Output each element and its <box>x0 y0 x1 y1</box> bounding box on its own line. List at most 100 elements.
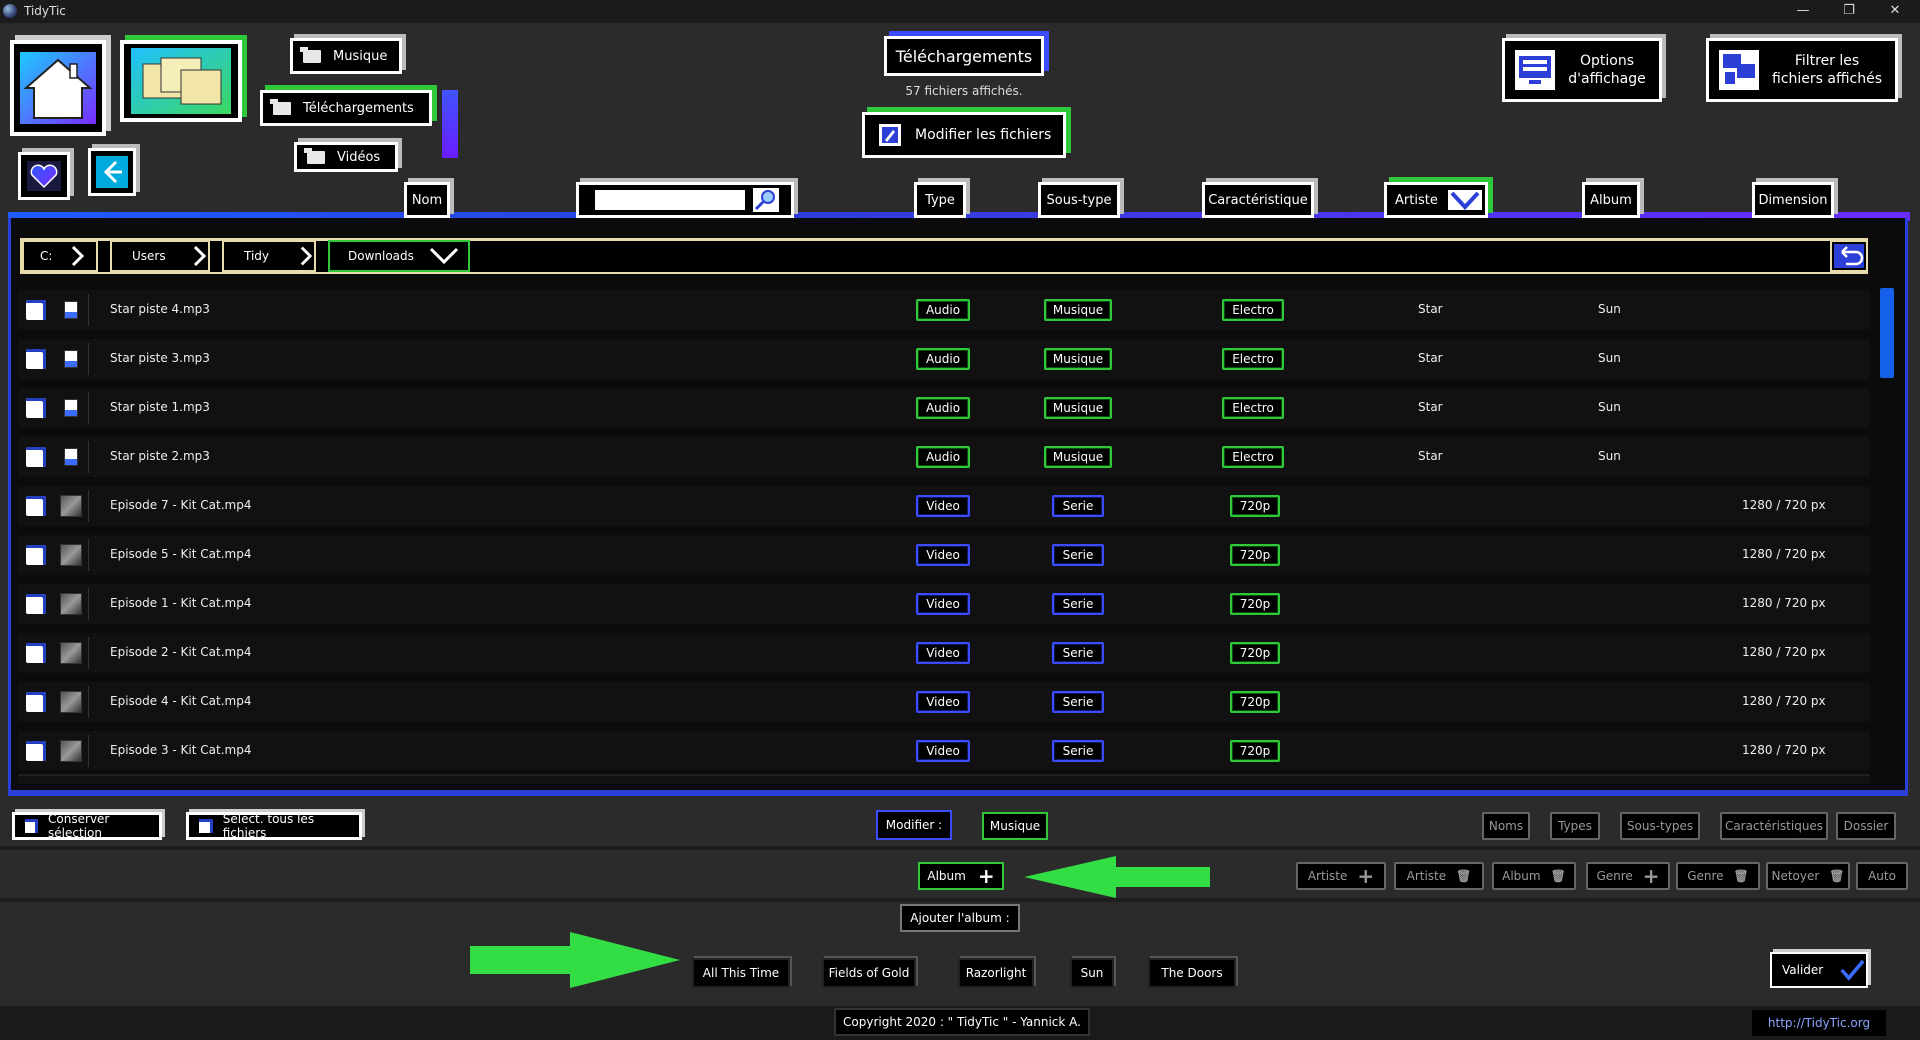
column-type-button[interactable]: Type <box>914 182 966 218</box>
filter-files-button[interactable]: Filtrer les fichiers affichés <box>1706 38 1898 102</box>
minimize-button[interactable]: — <box>1780 0 1826 23</box>
table-row[interactable]: Episode 2 - Kit Cat.mp4 Video Serie 720p 128… <box>18 633 1870 673</box>
file-list-scrollbar[interactable] <box>1880 288 1894 378</box>
search-icon[interactable] <box>753 188 779 212</box>
breadcrumb-item-1[interactable]: Users <box>110 240 210 272</box>
file-feature-badge[interactable]: 720p <box>1230 544 1280 566</box>
column-artist-button[interactable]: Artiste <box>1384 182 1488 218</box>
file-feature-badge[interactable]: 720p <box>1230 691 1280 713</box>
table-row[interactable]: Episode 7 - Kit Cat.mp4 Video Serie 720p 128… <box>18 486 1870 526</box>
breadcrumb-item-0[interactable]: C: <box>22 240 98 272</box>
nav-downloads-button[interactable]: Téléchargements <box>260 90 432 126</box>
back-button[interactable] <box>88 148 136 196</box>
favorites-button[interactable] <box>18 152 70 200</box>
folders-button[interactable] <box>120 40 242 122</box>
file-type-badge[interactable]: Audio <box>916 348 970 370</box>
file-feature-badge[interactable]: 720p <box>1230 495 1280 517</box>
file-feature-badge[interactable]: 720p <box>1230 593 1280 615</box>
file-feature-badge[interactable]: 720p <box>1230 642 1280 664</box>
filter-tag-button[interactable]: Types <box>1550 812 1600 840</box>
table-row[interactable]: Star piste 1.mp3 Audio Musique Electro Star S… <box>18 388 1870 428</box>
file-type-badge[interactable]: Video <box>916 642 970 664</box>
file-type-badge[interactable]: Video <box>916 544 970 566</box>
file-subtype-badge[interactable]: Musique <box>1044 299 1112 321</box>
table-row[interactable]: Star piste 2.mp3 Audio Musique Electro Star S… <box>18 437 1870 477</box>
home-button[interactable] <box>10 40 106 136</box>
file-subtype-badge[interactable]: Musique <box>1044 397 1112 419</box>
file-feature-badge[interactable]: 720p <box>1230 740 1280 762</box>
search-input[interactable] <box>595 190 745 210</box>
album-chip[interactable]: Razorlight <box>958 958 1034 988</box>
file-type-badge[interactable]: Video <box>916 495 970 517</box>
file-subtype-badge[interactable]: Serie <box>1052 593 1104 615</box>
keep-selection-button[interactable]: Conserver sélection <box>12 812 162 840</box>
file-feature-badge[interactable]: Electro <box>1222 299 1284 321</box>
website-link[interactable]: http://TidyTic.org <box>1752 1010 1886 1036</box>
maximize-button[interactable]: ❐ <box>1826 0 1872 23</box>
file-subtype-badge[interactable]: Musique <box>1044 446 1112 468</box>
tag-action-button[interactable]: Album 🗑 <box>1492 862 1576 890</box>
filter-tag-button[interactable]: Dossier <box>1836 812 1896 840</box>
file-type-badge[interactable]: Video <box>916 593 970 615</box>
album-button[interactable]: Album + <box>918 862 1004 890</box>
row-checkbox[interactable] <box>26 496 46 516</box>
file-type-badge[interactable]: Audio <box>916 397 970 419</box>
breadcrumb-item-3[interactable]: Downloads <box>328 240 470 272</box>
file-type-badge[interactable]: Video <box>916 740 970 762</box>
tag-action-button[interactable]: Artiste 🗑 <box>1394 862 1484 890</box>
row-checkbox[interactable] <box>26 398 46 418</box>
column-album-button[interactable]: Album <box>1582 182 1640 218</box>
table-row[interactable]: Episode 1 - Kit Cat.mp4 Video Serie 720p 128… <box>18 584 1870 624</box>
album-chip[interactable]: All This Time <box>692 958 790 988</box>
tag-action-button[interactable]: Auto <box>1856 862 1908 890</box>
row-checkbox[interactable] <box>26 643 46 663</box>
table-row[interactable]: Star piste 3.mp3 Audio Musique Electro Star S… <box>18 339 1870 379</box>
tag-action-button[interactable]: Netoyer 🗑 <box>1766 862 1850 890</box>
select-all-button[interactable]: Select. tous les fichiers <box>186 812 362 840</box>
file-subtype-badge[interactable]: Serie <box>1052 740 1104 762</box>
row-checkbox[interactable] <box>26 741 46 761</box>
nav-music-button[interactable]: Musique <box>290 38 402 74</box>
table-row[interactable]: Star piste 4.mp3 Audio Musique Electro Star S… <box>18 290 1870 330</box>
file-subtype-badge[interactable]: Musique <box>1044 348 1112 370</box>
row-checkbox[interactable] <box>26 594 46 614</box>
filter-tag-button[interactable]: Sous-types <box>1620 812 1700 840</box>
breadcrumb-item-2[interactable]: Tidy <box>222 240 316 272</box>
album-chip[interactable]: Sun <box>1070 958 1114 988</box>
tag-action-button[interactable]: Genre 🗑 <box>1676 862 1760 890</box>
file-subtype-badge[interactable]: Serie <box>1052 495 1104 517</box>
column-feature-button[interactable]: Caractéristique <box>1202 182 1314 218</box>
table-row[interactable]: Episode 4 - Kit Cat.mp4 Video Serie 720p 128… <box>18 682 1870 722</box>
file-type-badge[interactable]: Video <box>916 691 970 713</box>
row-checkbox[interactable] <box>26 447 46 467</box>
filter-tag-button[interactable]: Caractéristiques <box>1720 812 1828 840</box>
file-feature-badge[interactable]: Electro <box>1222 397 1284 419</box>
nav-videos-button[interactable]: Vidéos <box>294 142 398 172</box>
column-subtype-button[interactable]: Sous-type <box>1038 182 1120 218</box>
tag-action-button[interactable]: Artiste + <box>1296 862 1386 890</box>
album-chip[interactable]: The Doors <box>1148 958 1236 988</box>
row-checkbox[interactable] <box>26 300 46 320</box>
close-button[interactable]: ✕ <box>1872 0 1918 23</box>
display-options-button[interactable]: Options d'affichage <box>1502 38 1662 102</box>
file-feature-badge[interactable]: Electro <box>1222 348 1284 370</box>
file-subtype-badge[interactable]: Serie <box>1052 691 1104 713</box>
file-subtype-badge[interactable]: Serie <box>1052 544 1104 566</box>
column-name-button[interactable]: Nom <box>404 182 450 218</box>
refresh-button[interactable] <box>1830 240 1868 272</box>
tag-action-button[interactable]: Genre + <box>1586 862 1670 890</box>
modify-files-button[interactable]: Modifier les fichiers <box>862 112 1066 158</box>
file-subtype-badge[interactable]: Serie <box>1052 642 1104 664</box>
table-row[interactable]: Episode 3 - Kit Cat.mp4 Video Serie 720p 128… <box>18 731 1870 771</box>
modify-value-button[interactable]: Musique <box>982 812 1048 840</box>
row-checkbox[interactable] <box>26 692 46 712</box>
column-dimension-button[interactable]: Dimension <box>1752 182 1834 218</box>
file-feature-badge[interactable]: Electro <box>1222 446 1284 468</box>
album-chip[interactable]: Fields of Gold <box>822 958 916 988</box>
row-checkbox[interactable] <box>26 349 46 369</box>
file-type-badge[interactable]: Audio <box>916 299 970 321</box>
validate-button[interactable]: Valider <box>1770 952 1868 988</box>
row-checkbox[interactable] <box>26 545 46 565</box>
file-type-badge[interactable]: Audio <box>916 446 970 468</box>
table-row[interactable]: Episode 5 - Kit Cat.mp4 Video Serie 720p 128… <box>18 535 1870 575</box>
